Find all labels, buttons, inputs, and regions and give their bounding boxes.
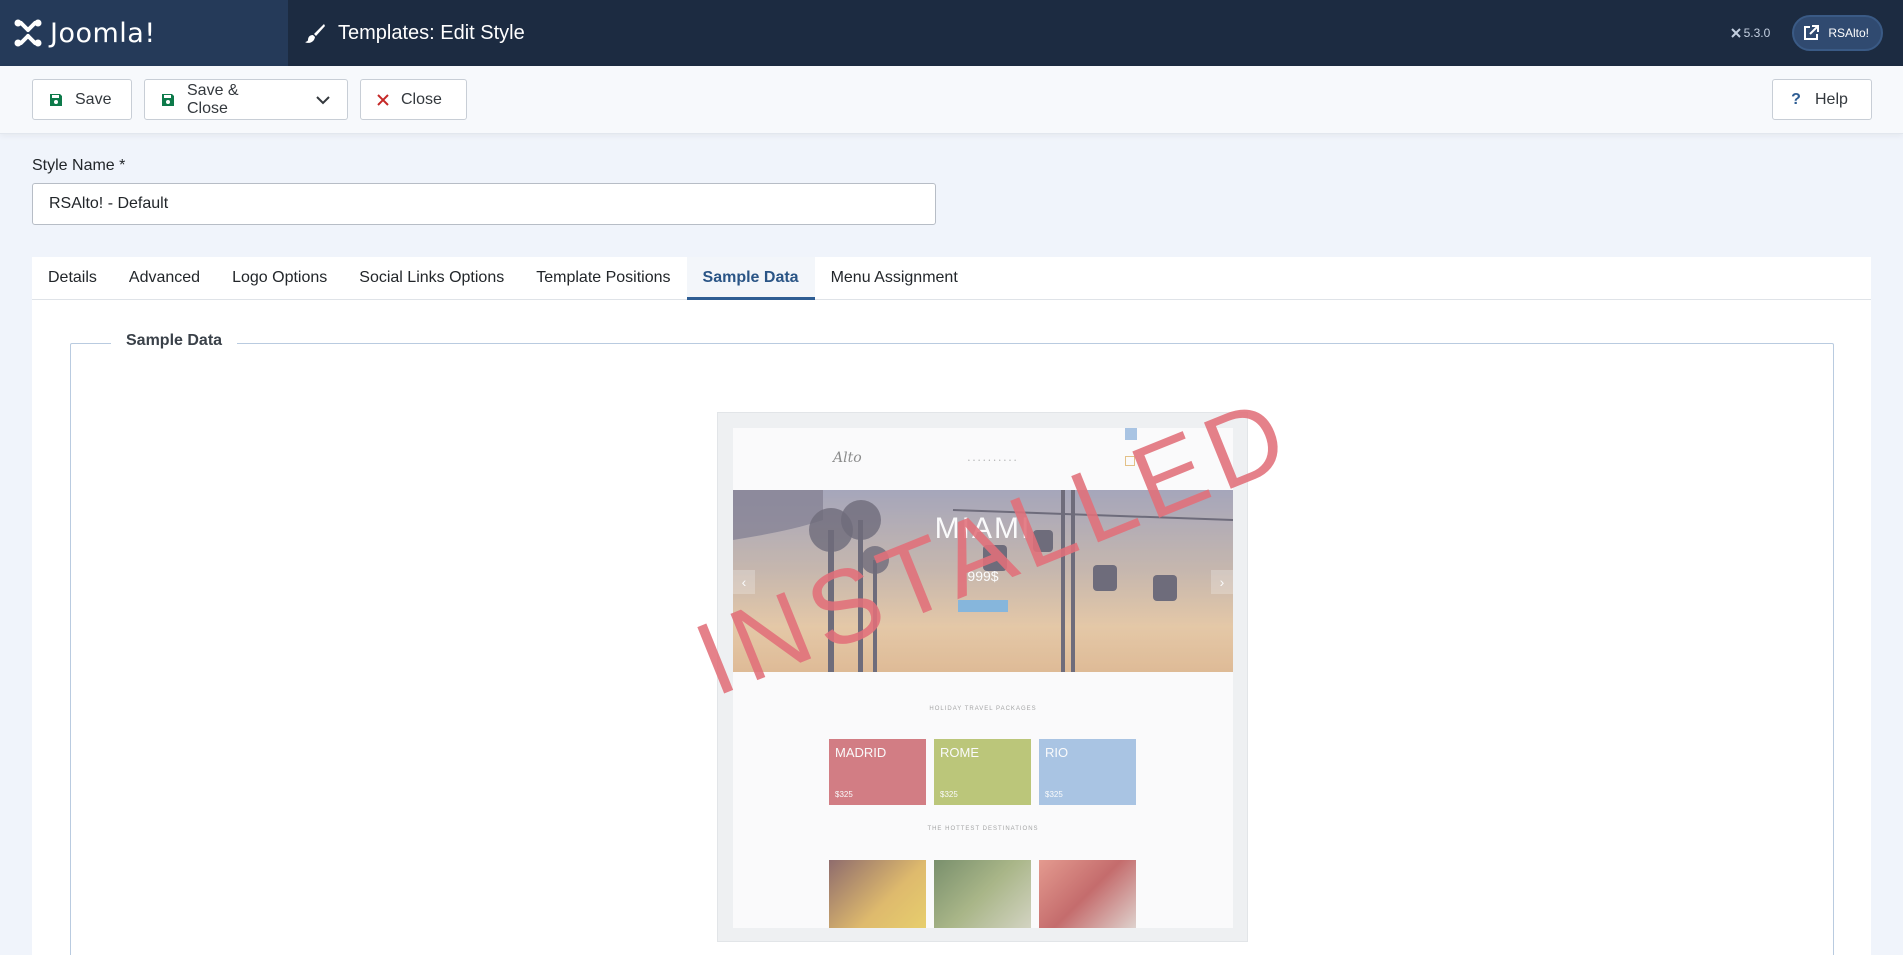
joomla-small-icon [1730, 28, 1741, 38]
tab-list: Details Advanced Logo Options Social Lin… [32, 257, 1871, 300]
preview-card-price: $325 [835, 790, 853, 799]
tab-template-positions[interactable]: Template Positions [520, 257, 686, 299]
close-button[interactable]: Close [360, 79, 467, 120]
preview-card: ROME $325 [934, 739, 1031, 805]
tab-details[interactable]: Details [32, 257, 113, 299]
save-options-dropdown[interactable] [298, 79, 348, 120]
preview-next-arrow-icon: › [1211, 570, 1233, 594]
preview-thumbnail [829, 860, 926, 928]
close-icon [377, 93, 389, 106]
help-button[interactable]: ? Help [1772, 79, 1872, 120]
paint-brush-icon [305, 24, 325, 43]
brand-name: Joomla! [50, 17, 156, 49]
version-text: 5.3.0 [1743, 26, 1771, 40]
preview-card-price: $325 [940, 790, 958, 799]
joomla-logo-icon [14, 19, 42, 47]
view-site-button[interactable]: RSAlto! [1792, 15, 1883, 51]
save-button[interactable]: Save [32, 79, 132, 120]
chevron-down-icon [315, 95, 330, 104]
close-label: Close [401, 90, 442, 108]
page-title: Templates: Edit Style [288, 22, 525, 45]
preview-card-price: $325 [1045, 790, 1063, 799]
save-icon [162, 93, 174, 106]
save-icon [50, 93, 62, 106]
preview-card-city: ROME [940, 745, 979, 760]
action-toolbar: Save Save & Close Close ? Help [0, 66, 1903, 134]
preview-thumbnail [934, 860, 1031, 928]
help-label: Help [1815, 90, 1848, 108]
style-name-input[interactable] [32, 183, 936, 225]
save-close-button[interactable]: Save & Close [144, 79, 300, 120]
preview-section-title: THE HOTTEST DESTINATIONS [927, 826, 1039, 832]
preview-menu: • • • • • • • • • • [968, 458, 1018, 464]
help-icon: ? [1791, 90, 1801, 108]
style-name-label: Style Name * [32, 157, 126, 174]
preview-thumbnail [1039, 860, 1136, 928]
preview-card-city: RIO [1045, 745, 1069, 760]
tab-logo-options[interactable]: Logo Options [216, 257, 343, 299]
preview-card: RIO $325 [1039, 739, 1136, 805]
page-title-text: Templates: Edit Style [338, 21, 525, 44]
save-close-label: Save & Close [187, 81, 239, 117]
preview-card: MADRID $325 [829, 739, 926, 805]
tab-social-links-options[interactable]: Social Links Options [343, 257, 520, 299]
sample-data-legend: Sample Data [111, 332, 238, 350]
top-header: Joomla! Templates: Edit Style 5.3.0 RSAl… [0, 0, 1903, 66]
preview-section-title: HOLIDAY TRAVEL PACKAGES [929, 706, 1037, 712]
preview-card-city: MADRID [835, 745, 887, 760]
preview-logo: Alto [833, 450, 862, 466]
site-name: RSAlto! [1828, 26, 1869, 40]
tab-sample-data[interactable]: Sample Data [686, 257, 815, 300]
tab-menu-assignment[interactable]: Menu Assignment [815, 257, 974, 299]
version-badge: 5.3.0 [1730, 26, 1771, 40]
brand-logo[interactable]: Joomla! [0, 0, 288, 66]
tab-advanced[interactable]: Advanced [113, 257, 216, 299]
external-link-icon [1804, 25, 1820, 40]
save-label: Save [75, 90, 112, 108]
